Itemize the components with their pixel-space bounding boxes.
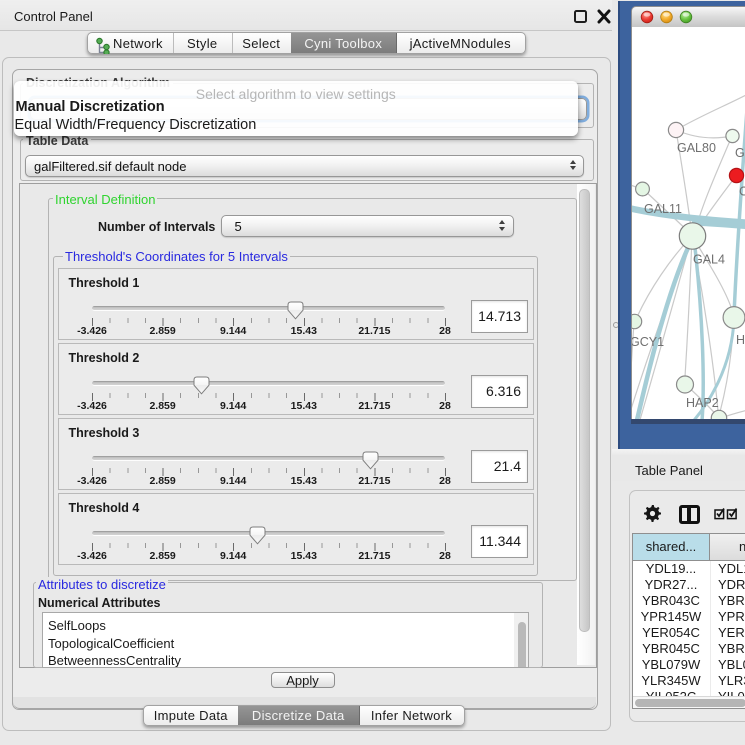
svg-text:GAL11: GAL11 bbox=[644, 202, 682, 216]
svg-text:C: C bbox=[739, 185, 745, 199]
svg-text:GAL4: GAL4 bbox=[693, 253, 725, 267]
svg-text:HAP2: HAP2 bbox=[686, 396, 719, 410]
svg-text:G: G bbox=[735, 146, 745, 160]
svg-text:H: H bbox=[736, 333, 745, 347]
svg-text:GAL80: GAL80 bbox=[677, 141, 716, 155]
svg-text:GCY1: GCY1 bbox=[632, 335, 664, 349]
